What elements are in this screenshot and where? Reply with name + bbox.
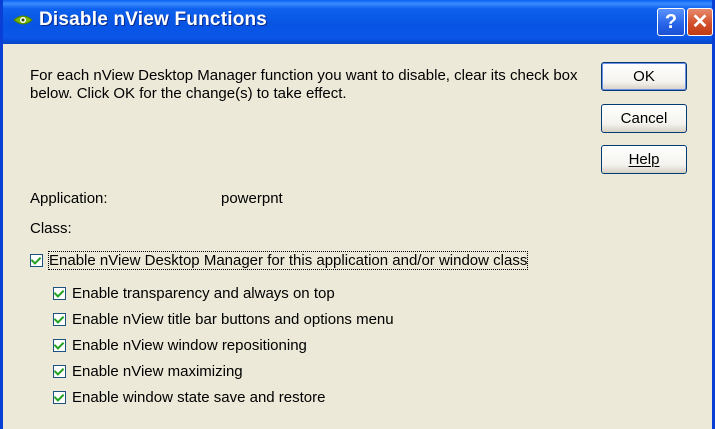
option-state-save-checkbox[interactable]: Enable window state save and restore (53, 387, 325, 407)
option-titlebar-buttons-checkbox[interactable]: Enable nView title bar buttons and optio… (53, 309, 394, 329)
ok-button-label: OK (633, 68, 655, 85)
window-title: Disable nView Functions (39, 9, 268, 30)
class-label: Class: (30, 220, 72, 237)
option-repositioning-checkbox[interactable]: Enable nView window repositioning (53, 335, 307, 355)
checkbox-box[interactable] (53, 312, 66, 326)
check-mark-icon (53, 338, 65, 350)
help-button-label: Help (628, 151, 660, 168)
option-transparency-checkbox[interactable]: Enable transparency and always on top (53, 283, 335, 303)
checkbox-box[interactable] (53, 338, 66, 352)
checkbox-box[interactable] (53, 364, 66, 378)
description-text: For each nView Desktop Manager function … (30, 67, 578, 102)
check-mark-icon (30, 253, 42, 265)
check-mark-icon (53, 286, 65, 298)
check-mark-icon (53, 390, 65, 402)
application-label: Application: (30, 190, 108, 207)
option-label: Enable nView maximizing (72, 362, 243, 380)
dialog-window: Disable nView Functions ? ✕ For each nVi… (0, 0, 715, 429)
main-enable-checkbox-label: Enable nView Desktop Manager for this ap… (47, 250, 529, 270)
cancel-button[interactable]: Cancel (601, 104, 687, 133)
checkbox-box[interactable] (53, 390, 66, 404)
option-maximizing-checkbox[interactable]: Enable nView maximizing (53, 361, 243, 381)
help-icon[interactable]: ? (657, 8, 685, 36)
option-label: Enable window state save and restore (72, 388, 326, 406)
title-bar[interactable]: Disable nView Functions ? ✕ (3, 0, 713, 44)
check-mark-icon (53, 312, 65, 324)
main-enable-checkbox[interactable]: Enable nView Desktop Manager for this ap… (30, 250, 529, 270)
cancel-button-label: Cancel (620, 110, 668, 127)
ok-button[interactable]: OK (601, 62, 687, 91)
application-value: powerpnt (221, 190, 283, 207)
option-label: Enable nView title bar buttons and optio… (72, 310, 394, 328)
help-button[interactable]: Help (601, 145, 687, 174)
checkbox-box[interactable] (53, 286, 66, 300)
check-mark-icon (53, 364, 65, 376)
close-icon[interactable]: ✕ (687, 8, 713, 36)
option-label: Enable transparency and always on top (72, 284, 335, 302)
checkbox-box[interactable] (30, 253, 43, 267)
option-label: Enable nView window repositioning (72, 336, 307, 354)
nvidia-eye-icon (13, 12, 33, 28)
